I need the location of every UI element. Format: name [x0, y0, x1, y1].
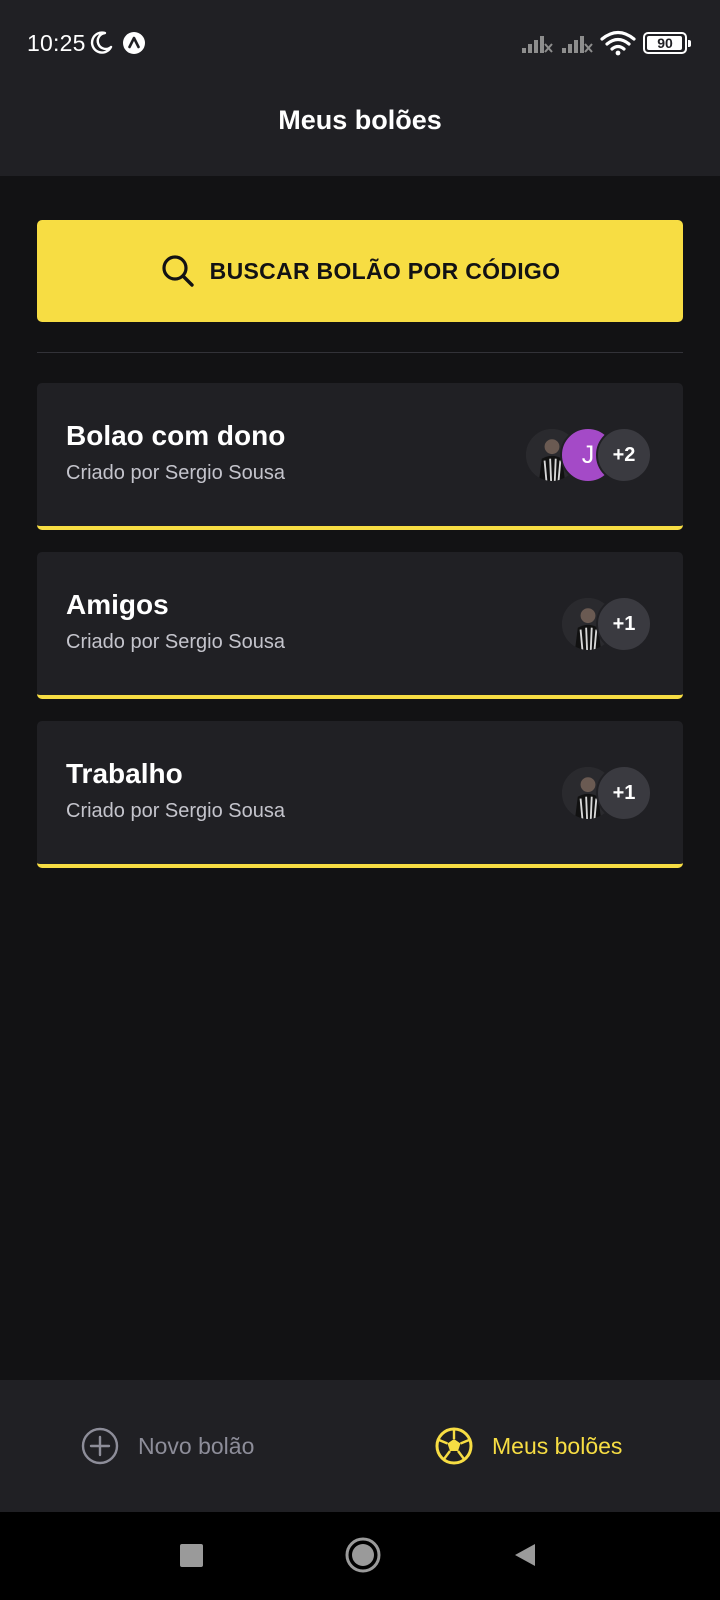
- signal-icon: [562, 36, 593, 53]
- recent-apps-icon[interactable]: [180, 1544, 203, 1567]
- system-navigation-bar: [0, 1512, 720, 1600]
- divider: [37, 352, 683, 353]
- battery-level: 90: [657, 35, 673, 51]
- signal-icon: [522, 36, 553, 53]
- more-participants-count: +1: [612, 612, 636, 635]
- more-participants-count: +2: [612, 443, 636, 466]
- pool-owner: Criado por Sergio Sousa: [66, 462, 286, 484]
- avatar-more-count: +1: [596, 765, 652, 821]
- tab-new-pool[interactable]: Novo bolão: [80, 1380, 254, 1512]
- back-icon[interactable]: [513, 1542, 537, 1568]
- notification-a-icon: [123, 32, 145, 54]
- bottom-tab-bar: Novo bolão Meus bolões: [0, 1380, 720, 1512]
- soccer-ball-icon: [435, 1427, 473, 1465]
- app-header: Meus bolões: [0, 88, 720, 176]
- participants-avatars: J +2: [524, 427, 652, 483]
- search-button-label: BUSCAR BOLÃO POR CÓDIGO: [209, 257, 561, 284]
- pool-name: Bolao com dono: [66, 420, 286, 451]
- pool-card[interactable]: Trabalho Criado por Sergio Sousa +1: [37, 721, 683, 868]
- home-icon[interactable]: [344, 1536, 382, 1574]
- participants-avatars: +1: [560, 596, 652, 652]
- participants-avatars: +1: [560, 765, 652, 821]
- pool-owner: Criado por Sergio Sousa: [66, 631, 286, 653]
- tab-new-pool-label: Novo bolão: [138, 1432, 255, 1459]
- status-time: 10:25: [27, 30, 86, 56]
- search-pool-by-code-button[interactable]: BUSCAR BOLÃO POR CÓDIGO: [37, 220, 683, 322]
- avatar-more-count: +2: [596, 427, 652, 483]
- battery-icon: 90: [643, 32, 691, 54]
- pool-name: Trabalho: [66, 758, 183, 789]
- wifi-icon: [600, 30, 636, 56]
- avatar-more-count: +1: [596, 596, 652, 652]
- pool-name: Amigos: [66, 589, 169, 620]
- pool-card[interactable]: Bolao com dono Criado por Sergio Sousa J…: [37, 383, 683, 530]
- tab-my-pools-label: Meus bolões: [492, 1432, 623, 1459]
- more-participants-count: +1: [612, 781, 636, 804]
- moon-icon: [90, 31, 113, 54]
- page-title: Meus bolões: [278, 105, 442, 135]
- pool-card[interactable]: Amigos Criado por Sergio Sousa +1: [37, 552, 683, 699]
- plus-circle-icon: [81, 1427, 119, 1465]
- search-icon: [162, 255, 194, 287]
- status-bar: 10:25 90: [0, 0, 720, 88]
- avatar-initial: J: [581, 440, 595, 469]
- tab-my-pools[interactable]: Meus bolões: [434, 1380, 622, 1512]
- pool-owner: Criado por Sergio Sousa: [66, 800, 286, 822]
